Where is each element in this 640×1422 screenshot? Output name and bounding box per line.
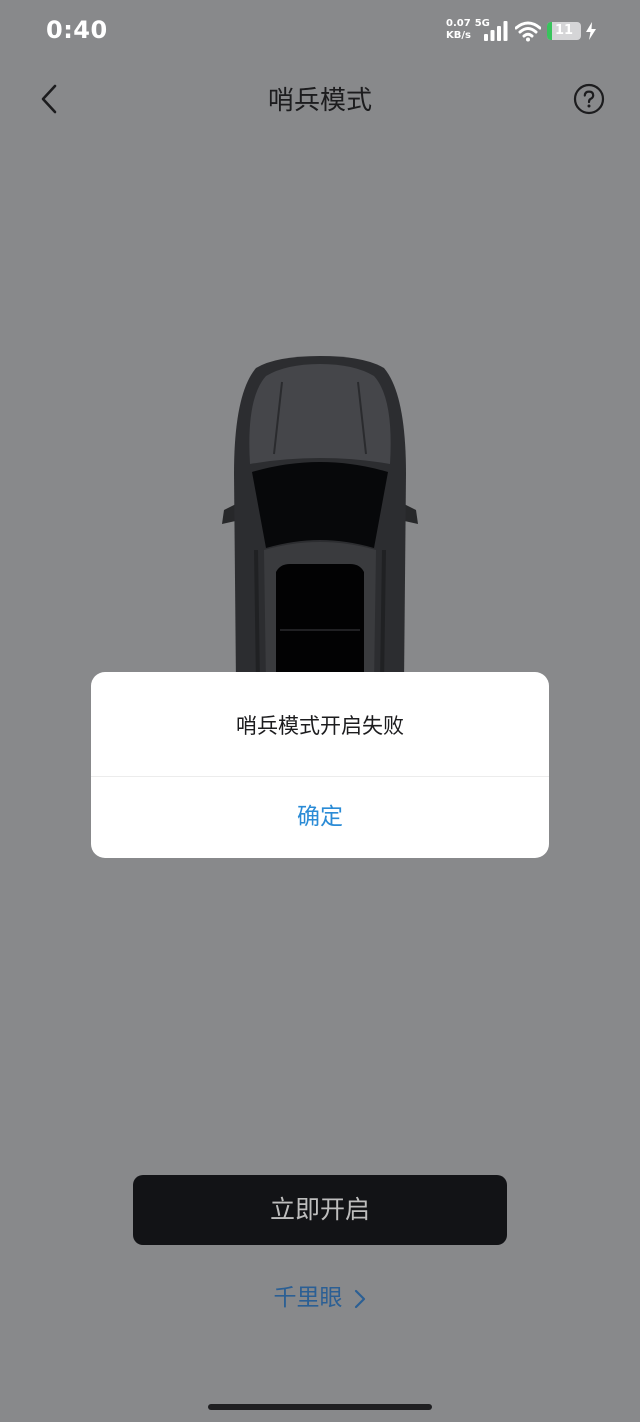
net-speed-value: 0.07 [446, 18, 471, 29]
status-bar: 0:40 0.07 5G KB/s 11 [0, 0, 640, 64]
car-top-view-illustration [222, 356, 418, 684]
start-now-button[interactable]: 立即开启 [133, 1175, 507, 1245]
chevron-right-icon [354, 1289, 365, 1308]
qianliyan-link[interactable]: 千里眼 [0, 1278, 640, 1312]
alert-dialog: 哨兵模式开启失败 确定 [91, 672, 549, 858]
signal-icon [484, 21, 508, 41]
dialog-message: 哨兵模式开启失败 [236, 714, 404, 738]
battery-icon: 11 [547, 22, 581, 40]
battery-level: 11 [554, 23, 574, 38]
page-title: 哨兵模式 [267, 86, 372, 116]
wifi-icon [515, 21, 541, 42]
home-indicator[interactable] [208, 1404, 432, 1410]
dialog-confirm-button[interactable]: 确定 [91, 777, 549, 858]
charging-bolt-icon [586, 22, 596, 40]
help-question-icon[interactable] [573, 83, 605, 115]
status-time: 0:40 [46, 16, 108, 44]
qianliyan-link-label: 千里眼 [273, 1285, 343, 1311]
